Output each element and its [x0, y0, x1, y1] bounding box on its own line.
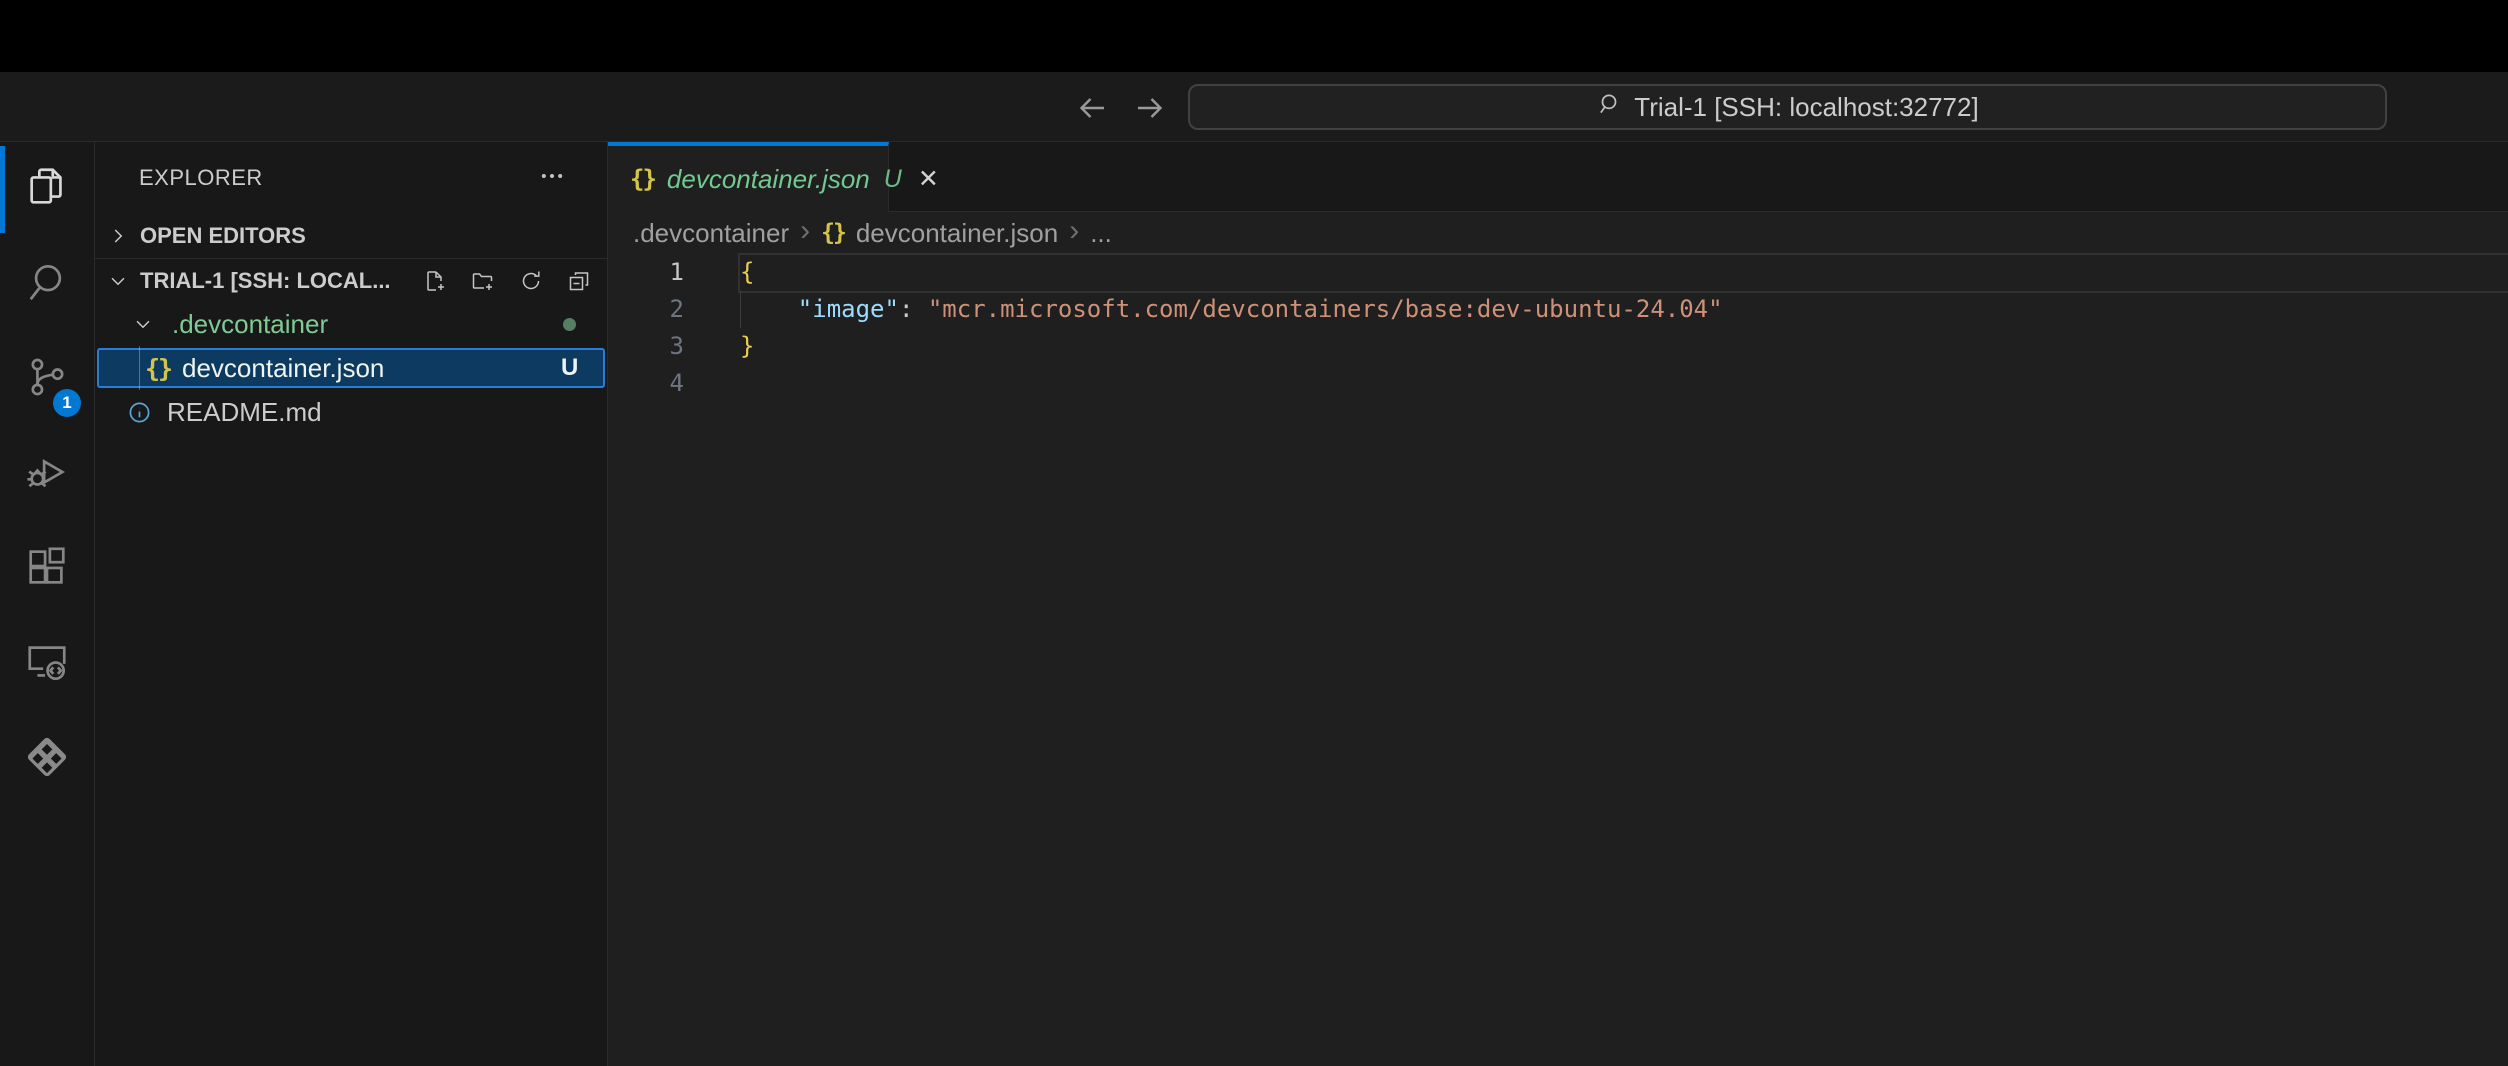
checkered-diamond-icon — [24, 734, 70, 785]
line-number: 3 — [608, 328, 684, 365]
new-file-button[interactable] — [423, 269, 447, 293]
chevron-right-icon — [107, 225, 129, 247]
code-editor[interactable]: 1 { 2 "image": "mcr.microsoft.com/devcon… — [608, 254, 2508, 1066]
explorer-more-actions-button[interactable] — [535, 166, 569, 190]
ellipsis-icon — [538, 162, 566, 195]
activity-item-search[interactable] — [0, 237, 94, 332]
refresh-button[interactable] — [519, 269, 543, 293]
breadcrumb-symbol[interactable]: ... — [1090, 218, 1112, 249]
back-arrow-icon[interactable] — [1074, 90, 1110, 126]
explorer-sidebar: EXPLORER OPEN EDITORS TRIAL-1 [SSH: LOCA… — [95, 142, 608, 1066]
tab-bar: {} devcontainer.json U ✕ — [608, 142, 2508, 212]
workspace-section-header[interactable]: TRIAL-1 [SSH: LOCAL... — [95, 258, 607, 302]
activity-bar: 1 — [0, 142, 95, 1066]
scm-changes-badge: 1 — [53, 389, 81, 417]
tree-indent-guide — [139, 346, 140, 390]
close-tab-icon[interactable]: ✕ — [918, 164, 939, 194]
json-file-icon: {} — [145, 346, 171, 390]
line-number: 1 — [608, 254, 684, 291]
tree-item-devcontainer-folder[interactable]: .devcontainer — [95, 302, 607, 346]
code-line-2: 2 "image": "mcr.microsoft.com/devcontain… — [608, 291, 2508, 328]
tab-devcontainer-json[interactable]: {} devcontainer.json U ✕ — [608, 142, 889, 212]
json-file-icon: {} — [821, 220, 845, 246]
editor-group: {} devcontainer.json U ✕ .devcontainer ›… — [608, 142, 2508, 1066]
activity-item-diamond-extension[interactable] — [0, 712, 94, 807]
search-icon — [1596, 91, 1622, 124]
activity-item-remote-explorer[interactable] — [0, 617, 94, 712]
workbench: 1 — [0, 142, 2508, 1066]
git-untracked-badge: U — [561, 346, 578, 390]
breadcrumb-file[interactable]: devcontainer.json — [856, 218, 1058, 249]
line-number: 2 — [608, 291, 684, 328]
command-center-title: Trial-1 [SSH: localhost:32772] — [1634, 92, 1978, 123]
line-number: 4 — [608, 365, 684, 402]
new-folder-button[interactable] — [471, 269, 495, 293]
debug-icon — [24, 449, 70, 500]
explorer-pane-title: EXPLORER — [95, 142, 607, 214]
code-line-3: 3 } — [608, 328, 2508, 365]
tree-item-devcontainer-json[interactable]: {} devcontainer.json U — [95, 346, 607, 390]
tab-untracked-badge: U — [884, 165, 902, 194]
activity-item-extensions[interactable] — [0, 522, 94, 617]
code-line-1: 1 { — [608, 254, 2508, 291]
open-editors-label: OPEN EDITORS — [140, 223, 306, 249]
title-bar: Trial-1 [SSH: localhost:32772] — [0, 72, 2508, 142]
files-icon — [24, 164, 70, 215]
tree-item-readme[interactable]: README.md — [95, 390, 607, 434]
code-line-4: 4 — [608, 365, 2508, 402]
remote-explorer-icon — [24, 639, 70, 690]
breadcrumb: .devcontainer › {} devcontainer.json › .… — [608, 212, 2508, 254]
activity-item-explorer[interactable] — [0, 142, 94, 237]
command-center-search[interactable]: Trial-1 [SSH: localhost:32772] — [1188, 84, 2387, 130]
file-name: README.md — [167, 390, 322, 434]
chevron-down-icon — [132, 313, 154, 335]
info-circle-icon — [128, 401, 151, 424]
file-name: devcontainer.json — [182, 346, 384, 390]
workspace-label: TRIAL-1 [SSH: LOCAL... — [140, 268, 391, 294]
breadcrumb-folder[interactable]: .devcontainer — [633, 218, 789, 249]
tab-label: devcontainer.json — [667, 164, 870, 195]
code-text: } — [740, 328, 754, 365]
macos-menu-strip — [0, 0, 2508, 72]
folder-name: .devcontainer — [172, 302, 328, 346]
chevron-right-icon: › — [800, 214, 810, 248]
chevron-down-icon — [107, 270, 129, 292]
git-changes-dot — [563, 318, 576, 331]
activity-item-source-control[interactable]: 1 — [0, 332, 94, 427]
extensions-icon — [24, 544, 70, 595]
explorer-title: EXPLORER — [139, 165, 263, 191]
code-text: "image": "mcr.microsoft.com/devcontainer… — [740, 291, 1723, 328]
open-editors-section[interactable]: OPEN EDITORS — [95, 214, 607, 258]
search-icon — [24, 259, 70, 310]
forward-arrow-icon[interactable] — [1132, 90, 1168, 126]
chevron-right-icon: › — [1069, 214, 1079, 248]
collapse-all-button[interactable] — [567, 269, 591, 293]
json-file-icon: {} — [630, 165, 655, 193]
activity-item-run-debug[interactable] — [0, 427, 94, 522]
code-text: { — [740, 254, 754, 291]
workspace-actions — [423, 269, 591, 293]
